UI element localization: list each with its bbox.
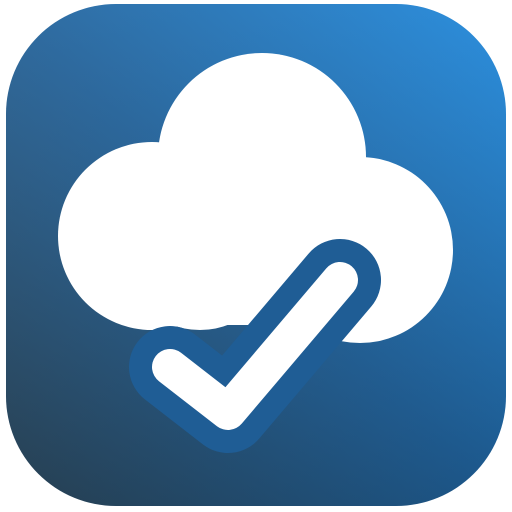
cloud-check-app-icon[interactable] <box>0 0 512 512</box>
app-icon-stage <box>0 0 512 512</box>
